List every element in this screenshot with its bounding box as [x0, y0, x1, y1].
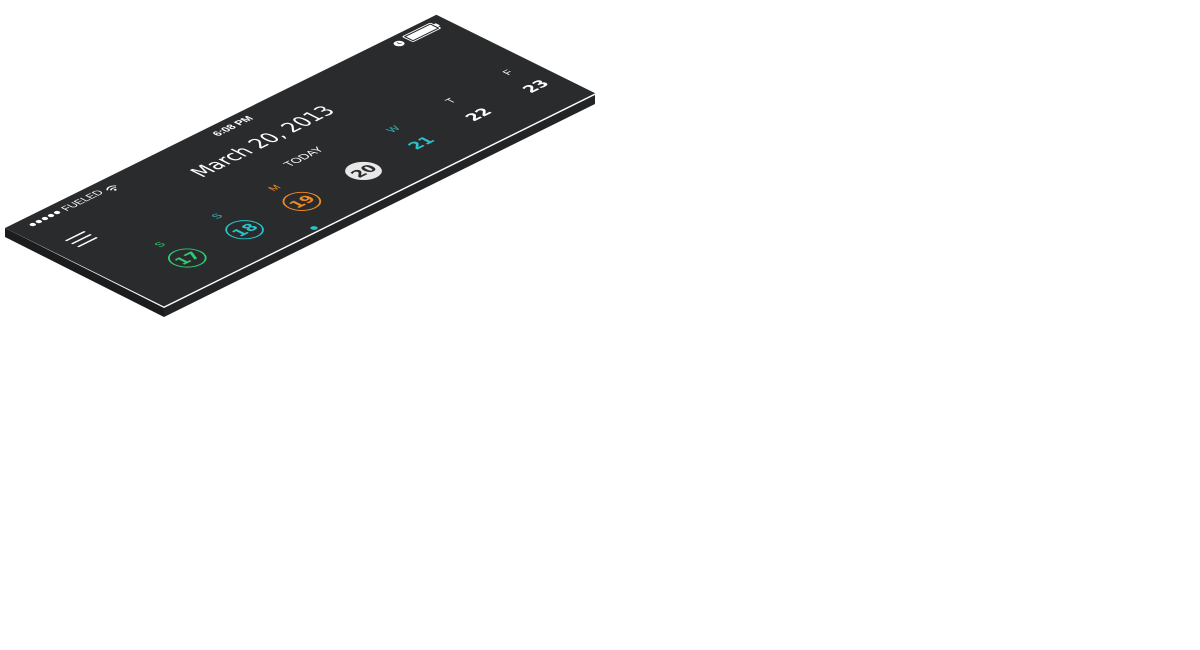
isometric-calendar-header: FUELED 6:08 PM March 20, 2013 TODAY S17S… — [5, 14, 596, 317]
